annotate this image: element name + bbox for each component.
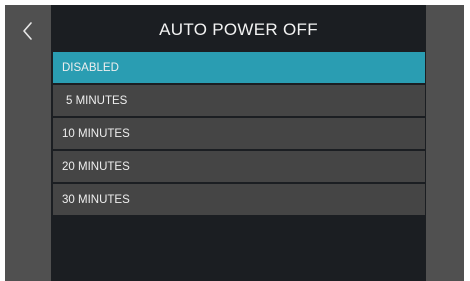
option-disabled[interactable]: DISABLED [53, 52, 425, 83]
settings-panel: AUTO POWER OFF DISABLED 5 MINUTES 10 MIN… [51, 5, 426, 281]
option-30-minutes[interactable]: 30 MINUTES [53, 184, 425, 215]
option-5-minutes[interactable]: 5 MINUTES [53, 85, 425, 116]
option-20-minutes[interactable]: 20 MINUTES [53, 151, 425, 182]
option-label: 20 MINUTES [62, 160, 130, 173]
option-10-minutes[interactable]: 10 MINUTES [53, 118, 425, 149]
option-label: 10 MINUTES [62, 127, 130, 140]
option-list: DISABLED 5 MINUTES 10 MINUTES 20 MINUTES… [53, 52, 425, 217]
option-label: DISABLED [62, 61, 119, 74]
chevron-left-icon [23, 22, 32, 40]
page-title: AUTO POWER OFF [159, 20, 318, 39]
device-screen: AUTO POWER OFF DISABLED 5 MINUTES 10 MIN… [5, 5, 464, 281]
option-label: 30 MINUTES [62, 193, 130, 206]
option-label: 5 MINUTES [66, 94, 128, 107]
back-button[interactable] [5, 5, 51, 57]
